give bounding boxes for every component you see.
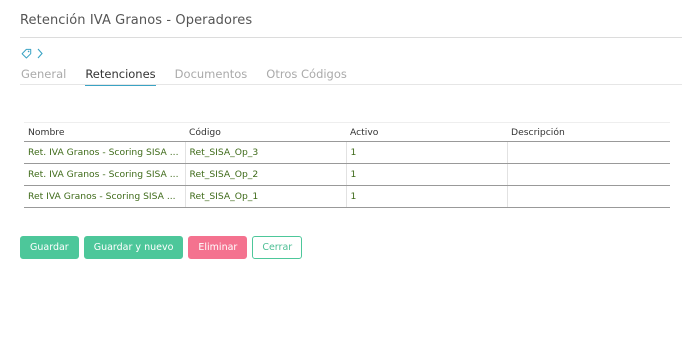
cell-codigo[interactable]: Ret_SISA_Op_3 — [185, 141, 347, 164]
cell-descripcion[interactable] — [507, 163, 670, 186]
action-bar: Guardar Guardar y nuevo Eliminar Cerrar — [20, 236, 303, 259]
title-divider — [20, 37, 682, 38]
cell-codigo[interactable]: Ret_SISA_Op_2 — [185, 163, 347, 186]
chevron-right-icon[interactable] — [37, 48, 43, 59]
retenciones-table: Nombre Código Activo Descripción Ret. IV… — [24, 122, 670, 208]
cell-codigo[interactable]: Ret_SISA_Op_1 — [185, 185, 347, 208]
save-button[interactable]: Guardar — [20, 236, 79, 259]
cell-nombre[interactable]: Ret. IVA Granos - Scoring SISA ... — [24, 163, 186, 186]
tabs-divider — [20, 84, 682, 85]
cell-descripcion[interactable] — [507, 185, 670, 208]
table-header-row: Nombre Código Activo Descripción — [24, 122, 670, 142]
cell-descripcion[interactable] — [507, 141, 670, 164]
cell-activo[interactable]: 1 — [346, 163, 508, 186]
breadcrumb — [21, 48, 43, 59]
table-row[interactable]: Ret. IVA Granos - Scoring SISA ... Ret_S… — [24, 141, 670, 164]
column-header-codigo[interactable]: Código — [185, 122, 346, 142]
column-header-descripcion[interactable]: Descripción — [507, 122, 670, 142]
column-header-nombre[interactable]: Nombre — [24, 122, 185, 142]
save-and-new-button[interactable]: Guardar y nuevo — [83, 236, 184, 259]
cell-activo[interactable]: 1 — [346, 185, 508, 208]
table-row[interactable]: Ret IVA Granos - Scoring SISA ... Ret_SI… — [24, 185, 670, 208]
cell-activo[interactable]: 1 — [346, 141, 508, 164]
close-button[interactable]: Cerrar — [252, 236, 303, 259]
page-title: Retención IVA Granos - Operadores — [20, 13, 253, 28]
cell-nombre[interactable]: Ret IVA Granos - Scoring SISA ... — [24, 185, 186, 208]
delete-button[interactable]: Eliminar — [188, 236, 248, 259]
table-row[interactable]: Ret. IVA Granos - Scoring SISA ... Ret_S… — [24, 163, 670, 186]
tag-icon[interactable] — [21, 48, 32, 59]
column-header-activo[interactable]: Activo — [346, 122, 507, 142]
cell-nombre[interactable]: Ret. IVA Granos - Scoring SISA ... — [24, 141, 186, 164]
